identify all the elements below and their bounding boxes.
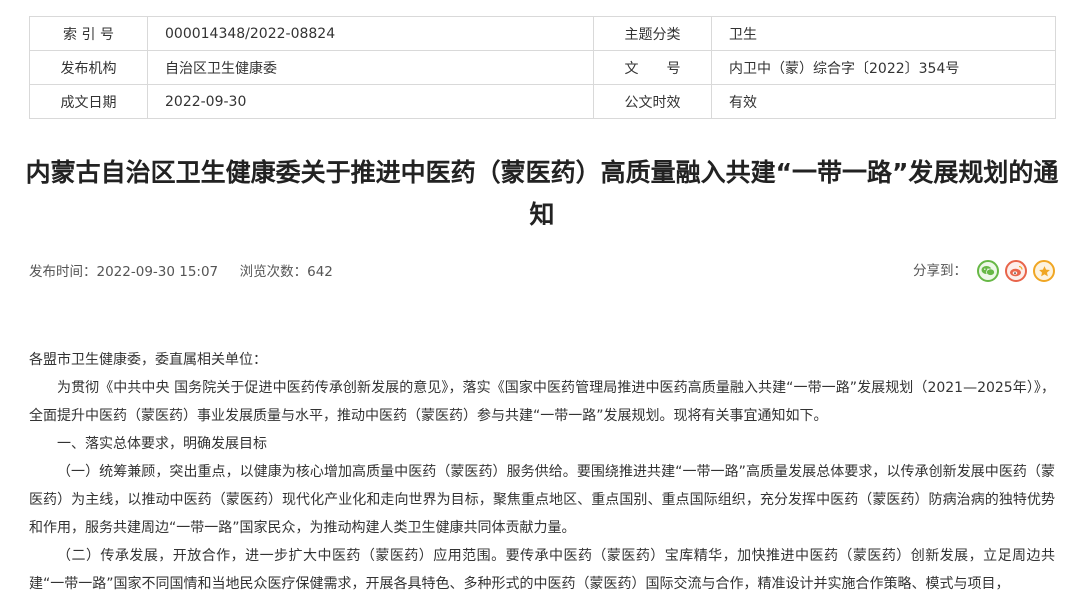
share-label: 分享到： (913, 263, 967, 279)
issuer-label: 发布机构 (29, 50, 148, 85)
salutation: 各盟市卫生健康委，委直属相关单位： (29, 352, 267, 368)
date-label: 成文日期 (29, 84, 148, 119)
validity-value: 有效 (711, 84, 1056, 119)
article-meta: 发布时间：2022-09-30 15:07 浏览次数：642 (29, 262, 333, 282)
validity-label: 公文时效 (593, 84, 712, 119)
meta-row-date: 成文日期 2022-09-30 公文时效 有效 (29, 84, 1056, 119)
issuer-value: 自治区卫生健康委 (147, 50, 594, 85)
section-heading-1: 一、落实总体要求，明确发展目标 (57, 436, 267, 452)
paragraph-2: （二）传承发展，开放合作，进一步扩大中医药（蒙医药）应用范围。要传承中医药（蒙医… (29, 548, 1055, 592)
wechat-icon[interactable] (977, 260, 999, 282)
meta-row-index: 索 引 号 000014348/2022-08824 主题分类 卫生 (29, 16, 1056, 51)
date-value: 2022-09-30 (147, 84, 594, 119)
docno-value: 内卫中（蒙）综合字〔2022〕354号 (711, 50, 1056, 85)
article-body: 各盟市卫生健康委，委直属相关单位： 为贯彻《中共中央 国务院关于促进中医药传承创… (29, 346, 1055, 598)
topic-value: 卫生 (711, 16, 1056, 51)
view-count: 浏览次数：642 (239, 264, 333, 280)
article-info-bar: 发布时间：2022-09-30 15:07 浏览次数：642 分享到： (29, 259, 1055, 283)
index-value: 000014348/2022-08824 (147, 16, 594, 51)
share-bar: 分享到： (913, 259, 1055, 283)
meta-row-issuer: 发布机构 自治区卫生健康委 文 号 内卫中（蒙）综合字〔2022〕354号 (29, 50, 1056, 85)
page-title: 内蒙古自治区卫生健康委关于推进中医药（蒙医药）高质量融入共建“一带一路”发展规划… (25, 158, 1059, 229)
docno-label: 文 号 (593, 50, 712, 85)
weibo-icon[interactable] (1005, 260, 1027, 282)
star-icon[interactable] (1033, 260, 1055, 282)
topic-label: 主题分类 (593, 16, 712, 51)
paragraph-intro: 为贯彻《中共中央 国务院关于促进中医药传承创新发展的意见》，落实《国家中医药管理… (29, 380, 1055, 424)
publish-time: 发布时间：2022-09-30 15:07 (29, 264, 219, 280)
document-meta-table: 索 引 号 000014348/2022-08824 主题分类 卫生 发布机构 … (29, 16, 1056, 119)
index-label: 索 引 号 (29, 16, 148, 51)
paragraph-1: （一）统筹兼顾，突出重点，以健康为核心增加高质量中医药（蒙医药）服务供给。要围绕… (29, 464, 1055, 536)
